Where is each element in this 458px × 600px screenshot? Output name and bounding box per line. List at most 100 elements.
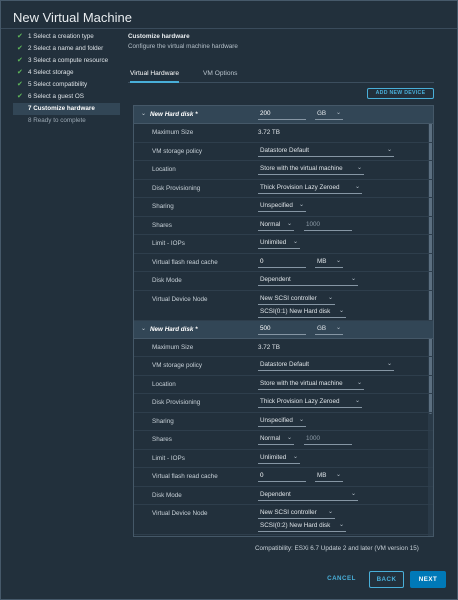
flash-cache-input[interactable]: 0	[258, 257, 306, 268]
row-storage-policy: VM storage policy Datastore Default ⌄	[134, 357, 433, 376]
new-vm-dialog: New Virtual Machine ✔ 1 Select a creation…	[0, 0, 458, 600]
step-7[interactable]: 7 Customize hardware	[13, 103, 120, 115]
step-label: 4 Select storage	[28, 69, 74, 76]
row-disk-mode: Disk Mode Dependent ⌄	[134, 487, 433, 505]
chevron-down-icon[interactable]: ⌄	[141, 110, 146, 117]
sharing-select[interactable]: Unspecified ⌄	[258, 416, 306, 427]
shares-level-select[interactable]: Normal ⌄	[258, 434, 294, 445]
select-value: Unlimited	[260, 239, 287, 246]
page-title: Customize hardware	[128, 33, 190, 40]
step-8: 8 Ready to complete	[13, 115, 120, 127]
disk-size-input[interactable]: 500	[258, 324, 306, 335]
chevron-down-icon[interactable]: ⌄	[141, 325, 146, 332]
select-value: Dependent	[260, 276, 291, 283]
tab-vm-options[interactable]: VM Options	[203, 69, 237, 83]
device-node-select[interactable]: SCSI(0:2) New Hard disk ⌄	[258, 521, 346, 532]
field-label: Location	[152, 380, 176, 388]
select-value: New SCSI controller	[260, 294, 317, 302]
row-location: Location Store with the virtual machine ⌄	[134, 161, 433, 180]
select-value: SCSI(0:1) New Hard disk	[260, 307, 331, 315]
step-label: 7 Customize hardware	[28, 105, 95, 112]
shares-value-input[interactable]: 1000	[304, 220, 352, 231]
row-shares: Shares Normal ⌄ 1000	[134, 431, 433, 450]
chevron-down-icon: ⌄	[335, 324, 341, 331]
sharing-select[interactable]: Unspecified ⌄	[258, 201, 306, 212]
cancel-button[interactable]: CANCEL	[322, 571, 361, 588]
chevron-down-icon: ⌄	[356, 165, 362, 171]
location-select[interactable]: Store with the virtual machine ⌄	[258, 164, 364, 175]
page-description: Configure the virtual machine hardware	[128, 43, 238, 50]
disk-size-unit-select[interactable]: GB ⌄	[315, 324, 343, 335]
storage-policy-select[interactable]: Datastore Default ⌄	[258, 360, 394, 371]
field-label: Maximum Size	[152, 129, 194, 136]
step-label: 6 Select a guest OS	[28, 93, 85, 100]
provisioning-select[interactable]: Thick Provision Lazy Zeroed ⌄	[258, 397, 362, 408]
select-value: MB	[317, 472, 327, 479]
field-label: Limit - IOPs	[152, 240, 185, 247]
row-flash-cache: Virtual flash read cache 0 MB ⌄	[134, 468, 433, 487]
max-size-value: 3.72 TB	[258, 129, 280, 136]
flash-cache-unit-select[interactable]: MB ⌄	[315, 471, 343, 482]
row-iops: Limit - IOPs Unlimited ⌄	[134, 235, 433, 254]
select-value: Normal	[260, 220, 281, 228]
select-value: MB	[317, 257, 327, 265]
flash-cache-unit-select[interactable]: MB ⌄	[315, 257, 343, 268]
step-label: 2 Select a name and folder	[28, 45, 104, 52]
shares-value-input[interactable]: 1000	[304, 434, 352, 445]
chevron-down-icon: ⌄	[298, 202, 304, 208]
storage-policy-select[interactable]: Datastore Default ⌄	[258, 146, 394, 157]
select-value: Datastore Default	[260, 146, 310, 154]
main-panel: Customize hardware Configure the virtual…	[128, 31, 450, 99]
back-button[interactable]: BACK	[369, 571, 404, 588]
step-2[interactable]: ✔ 2 Select a name and folder	[13, 43, 120, 55]
add-new-device-button[interactable]: ADD NEW DEVICE	[367, 88, 434, 99]
field-label: Location	[152, 166, 176, 173]
disk-header[interactable]: ⌄ New Hard disk * 200 GB ⌄	[134, 106, 433, 124]
check-icon: ✔	[17, 57, 23, 64]
device-node-select[interactable]: SCSI(0:1) New Hard disk ⌄	[258, 307, 346, 318]
field-label: Sharing	[152, 417, 174, 425]
field-label: Virtual flash read cache	[152, 258, 218, 266]
field-label: Shares	[152, 221, 172, 229]
disk-header[interactable]: ⌄ New Hard disk * 500 GB ⌄	[134, 320, 433, 339]
disk-mode-select[interactable]: Dependent ⌄	[258, 275, 358, 286]
disk-size-input[interactable]: 200	[258, 109, 306, 120]
wizard-steps: ✔ 1 Select a creation type ✔ 2 Select a na…	[13, 31, 120, 127]
field-label: Limit - IOPs	[152, 454, 185, 462]
chevron-down-icon: ⌄	[350, 490, 356, 497]
check-icon: ✔	[17, 69, 23, 76]
step-6[interactable]: ✔ 6 Select a guest OS	[13, 91, 120, 103]
chevron-down-icon: ⌄	[327, 509, 333, 515]
shares-level-select[interactable]: Normal ⌄	[258, 220, 294, 231]
step-label: 3 Select a compute resource	[28, 57, 109, 64]
tab-virtual-hardware[interactable]: Virtual Hardware	[130, 69, 179, 83]
iops-select[interactable]: Unlimited ⌄	[258, 453, 300, 464]
chevron-down-icon: ⌄	[327, 294, 333, 301]
chevron-down-icon: ⌄	[354, 183, 360, 190]
step-3[interactable]: ✔ 3 Select a compute resource	[13, 55, 120, 67]
step-5[interactable]: ✔ 5 Select compatibility	[13, 79, 120, 91]
max-size-value: 3.72 TB	[258, 343, 280, 351]
chevron-down-icon: ⌄	[298, 416, 304, 423]
field-label: Shares	[152, 436, 172, 443]
disk-mode-select[interactable]: Dependent ⌄	[258, 490, 358, 501]
field-label: Virtual Device Node	[152, 295, 208, 303]
controller-select[interactable]: New SCSI controller ⌄	[258, 294, 335, 305]
step-4[interactable]: ✔ 4 Select storage	[13, 67, 120, 79]
chevron-down-icon: ⌄	[354, 398, 360, 404]
provisioning-select[interactable]: Thick Provision Lazy Zeroed ⌄	[258, 183, 362, 194]
select-value: Datastore Default	[260, 361, 310, 368]
flash-cache-input[interactable]: 0	[258, 471, 306, 482]
field-label: Virtual flash read cache	[152, 473, 218, 480]
next-button[interactable]: NEXT	[410, 571, 446, 588]
disk-size-unit-select[interactable]: GB ⌄	[315, 109, 343, 120]
iops-select[interactable]: Unlimited ⌄	[258, 238, 300, 249]
step-label: 1 Select a creation type	[28, 33, 94, 40]
chevron-down-icon: ⌄	[338, 307, 344, 314]
location-select[interactable]: Store with the virtual machine ⌄	[258, 379, 364, 390]
check-icon: ✔	[17, 45, 23, 52]
controller-select[interactable]: New SCSI controller ⌄	[258, 508, 335, 519]
field-label: Virtual Device Node	[152, 510, 208, 517]
row-provisioning: Disk Provisioning Thick Provision Lazy Ze…	[134, 394, 433, 413]
step-1[interactable]: ✔ 1 Select a creation type	[13, 31, 120, 43]
